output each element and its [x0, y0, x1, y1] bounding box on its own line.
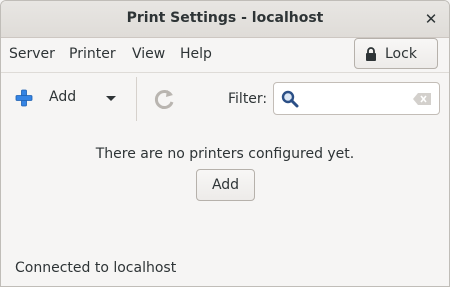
menu-printer[interactable]: Printer [69, 46, 116, 62]
lock-icon [366, 47, 376, 61]
add-printer-button[interactable]: Add [196, 169, 255, 201]
close-button[interactable]: ✕ [421, 9, 441, 29]
toolbar: Add Filter: [1, 73, 449, 123]
menu-bar: Server Printer View Help Lock [1, 38, 449, 73]
search-icon [281, 90, 299, 108]
menu-view[interactable]: View [132, 46, 165, 62]
toolbar-separator [136, 77, 137, 121]
add-tool-label: Add [49, 89, 77, 105]
filter-input[interactable] [304, 87, 404, 110]
lock-label: Lock [385, 46, 417, 62]
filter-search-box[interactable] [273, 82, 440, 115]
menu-server[interactable]: Server [9, 46, 55, 62]
status-bar-text: Connected to localhost [15, 260, 177, 276]
clear-icon[interactable] [413, 93, 431, 105]
plus-icon [15, 89, 33, 107]
lock-button[interactable]: Lock [354, 38, 438, 69]
add-printer-tool-button[interactable]: Add [11, 83, 126, 113]
menu-help[interactable]: Help [180, 46, 212, 62]
filter-label: Filter: [228, 91, 268, 107]
window-title: Print Settings - localhost [126, 10, 324, 26]
refresh-icon[interactable] [153, 87, 177, 111]
chevron-down-icon[interactable] [106, 96, 116, 101]
print-settings-window: Print Settings - localhost ✕ Server Prin… [0, 0, 450, 287]
empty-state-message: There are no printers configured yet. [95, 146, 355, 162]
title-bar[interactable]: Print Settings - localhost ✕ [1, 1, 449, 38]
